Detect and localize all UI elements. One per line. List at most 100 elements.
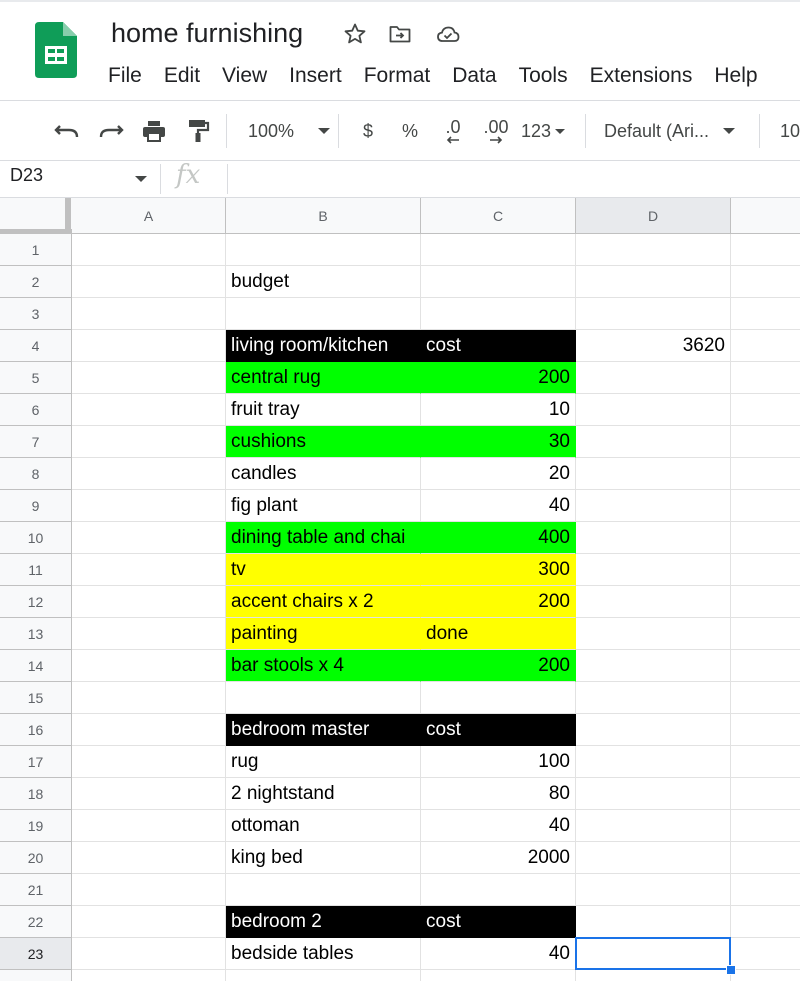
cell-e2[interactable]: [731, 266, 800, 298]
cell-a3[interactable]: [72, 298, 226, 330]
cell-c19[interactable]: 40: [421, 810, 576, 842]
cell-c16[interactable]: cost: [421, 714, 576, 746]
menu-file[interactable]: File: [97, 62, 153, 90]
cell-d8[interactable]: [576, 458, 731, 490]
cell-e12[interactable]: [731, 586, 800, 618]
cell-d18[interactable]: [576, 778, 731, 810]
cell-c8[interactable]: 20: [421, 458, 576, 490]
cell-a23[interactable]: [72, 938, 226, 970]
cell-d4[interactable]: 3620: [576, 330, 731, 362]
cell-a2[interactable]: [72, 266, 226, 298]
cell-a14[interactable]: [72, 650, 226, 682]
cell-e19[interactable]: [731, 810, 800, 842]
cell-d17[interactable]: [576, 746, 731, 778]
cell-b16[interactable]: bedroom master: [226, 714, 421, 746]
row-header-12[interactable]: 12: [0, 586, 72, 618]
zoom-select[interactable]: 100%: [242, 116, 332, 146]
column-header-extra[interactable]: [731, 198, 800, 234]
cell-b12[interactable]: accent chairs x 2: [226, 586, 421, 618]
cell-d16[interactable]: [576, 714, 731, 746]
cell-d13[interactable]: [576, 618, 731, 650]
cell-a12[interactable]: [72, 586, 226, 618]
cell-c4[interactable]: cost: [421, 330, 576, 362]
menu-insert[interactable]: Insert: [278, 62, 353, 90]
cell-b23[interactable]: bedside tables: [226, 938, 421, 970]
row-header-13[interactable]: 13: [0, 618, 72, 650]
cell-c11[interactable]: 300: [421, 554, 576, 586]
row-header-21[interactable]: 21: [0, 874, 72, 906]
row-header-8[interactable]: 8: [0, 458, 72, 490]
cell-c18[interactable]: 80: [421, 778, 576, 810]
cell-a5[interactable]: [72, 362, 226, 394]
cell-d6[interactable]: [576, 394, 731, 426]
cell-a11[interactable]: [72, 554, 226, 586]
cell-a6[interactable]: [72, 394, 226, 426]
cell-d22[interactable]: [576, 906, 731, 938]
cell-a18[interactable]: [72, 778, 226, 810]
row-header-16[interactable]: 16: [0, 714, 72, 746]
column-header-d[interactable]: D: [576, 198, 731, 234]
cell-b11[interactable]: tv: [226, 554, 421, 586]
cell-d10[interactable]: [576, 522, 731, 554]
cell-e14[interactable]: [731, 650, 800, 682]
cell-e3[interactable]: [731, 298, 800, 330]
currency-format-button[interactable]: $: [355, 116, 381, 146]
row-header-19[interactable]: 19: [0, 810, 72, 842]
sheets-logo-icon[interactable]: [35, 22, 77, 78]
cell-a7[interactable]: [72, 426, 226, 458]
cell-a10[interactable]: [72, 522, 226, 554]
cell-e13[interactable]: [731, 618, 800, 650]
menu-tools[interactable]: Tools: [508, 62, 579, 90]
cell-e10[interactable]: [731, 522, 800, 554]
row-header-17[interactable]: 17: [0, 746, 72, 778]
row-header-4[interactable]: 4: [0, 330, 72, 362]
cell-d14[interactable]: [576, 650, 731, 682]
row-header-14[interactable]: 14: [0, 650, 72, 682]
cell-c3[interactable]: [421, 298, 576, 330]
column-header-b[interactable]: B: [226, 198, 421, 234]
cell-d1[interactable]: [576, 234, 731, 266]
increase-decimal-button[interactable]: .00: [478, 116, 514, 146]
cell-b15[interactable]: [226, 682, 421, 714]
cell-c5[interactable]: 200: [421, 362, 576, 394]
cell-a19[interactable]: [72, 810, 226, 842]
row-header-24[interactable]: 24: [0, 970, 72, 981]
cell-e18[interactable]: [731, 778, 800, 810]
row-header-7[interactable]: 7: [0, 426, 72, 458]
row-header-20[interactable]: 20: [0, 842, 72, 874]
row-header-6[interactable]: 6: [0, 394, 72, 426]
cell-e8[interactable]: [731, 458, 800, 490]
cell-c15[interactable]: [421, 682, 576, 714]
percent-format-button[interactable]: %: [397, 116, 423, 146]
menu-view[interactable]: View: [211, 62, 278, 90]
cell-e6[interactable]: [731, 394, 800, 426]
cell-b22[interactable]: bedroom 2: [226, 906, 421, 938]
cell-c14[interactable]: 200: [421, 650, 576, 682]
cell-b1[interactable]: [226, 234, 421, 266]
cell-b21[interactable]: [226, 874, 421, 906]
cell-d3[interactable]: [576, 298, 731, 330]
paint-format-button[interactable]: [183, 116, 213, 146]
row-header-2[interactable]: 2: [0, 266, 72, 298]
font-family-select[interactable]: Default (Ari...: [604, 116, 749, 146]
cell-b19[interactable]: ottoman: [226, 810, 421, 842]
formula-input[interactable]: [236, 165, 796, 191]
cell-a13[interactable]: [72, 618, 226, 650]
row-header-11[interactable]: 11: [0, 554, 72, 586]
cell-d12[interactable]: [576, 586, 731, 618]
row-header-23[interactable]: 23: [0, 938, 72, 970]
cell-d20[interactable]: [576, 842, 731, 874]
cell-d7[interactable]: [576, 426, 731, 458]
menu-edit[interactable]: Edit: [153, 62, 211, 90]
cell-c10[interactable]: 400: [421, 522, 576, 554]
font-size-input[interactable]: 10: [780, 116, 800, 146]
cell-a20[interactable]: [72, 842, 226, 874]
star-icon[interactable]: [343, 22, 367, 46]
cell-e17[interactable]: [731, 746, 800, 778]
cell-c24[interactable]: [421, 970, 576, 981]
cell-b8[interactable]: candles: [226, 458, 421, 490]
cell-c21[interactable]: [421, 874, 576, 906]
cell-c1[interactable]: [421, 234, 576, 266]
row-header-3[interactable]: 3: [0, 298, 72, 330]
cell-c7[interactable]: 30: [421, 426, 576, 458]
